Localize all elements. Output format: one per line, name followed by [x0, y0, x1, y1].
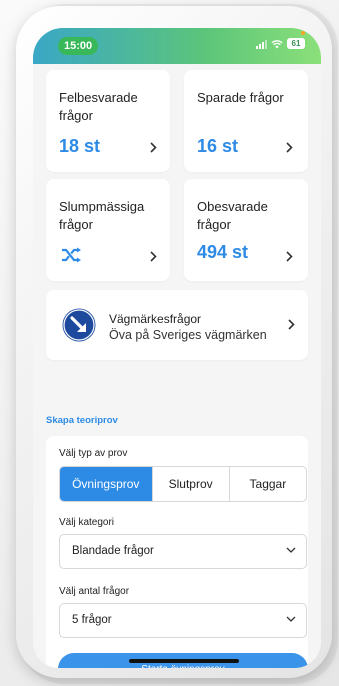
- road-signs-subtitle: Öva på Sveriges vägmärken: [109, 328, 267, 342]
- unanswered-questions-count: 494 st: [197, 242, 249, 262]
- signal-icon: [256, 39, 267, 49]
- category-label: Välj kategori: [59, 517, 115, 528]
- status-icons: 61: [256, 38, 305, 49]
- status-bar: 15:00 61: [33, 28, 321, 64]
- privacy-dot: [301, 31, 305, 35]
- chevron-down-icon: [286, 616, 296, 622]
- wrong-answers-card[interactable]: Felbesvarade frågor 18 st: [46, 70, 170, 172]
- battery-icon: 61: [287, 38, 305, 49]
- home-indicator[interactable]: [129, 659, 239, 663]
- question-count-label: Välj antal frågor: [59, 586, 130, 597]
- random-questions-title: Slumpmässiga frågor: [59, 199, 145, 232]
- wrong-answers-count: 18 st: [59, 136, 101, 156]
- saved-questions-count: 16 st: [197, 136, 239, 156]
- category-select-value: Blandade frågor: [72, 545, 154, 557]
- chevron-right-icon: [150, 142, 157, 153]
- exam-type-label: Välj typ av prov: [59, 448, 128, 459]
- question-count-select[interactable]: 5 frågor: [59, 603, 307, 638]
- unanswered-questions-title: Obesvarade frågor: [197, 199, 268, 232]
- tab-ovningsprov[interactable]: Övningsprov: [60, 467, 152, 501]
- random-questions-card[interactable]: Slumpmässiga frågor: [46, 179, 170, 281]
- create-exam-heading: Skapa teoriprov: [46, 415, 118, 426]
- saved-questions-card[interactable]: Sparade frågor 16 st: [184, 70, 308, 172]
- chevron-right-icon: [286, 251, 293, 262]
- road-signs-card[interactable]: Vägmärkesfrågor Öva på Sveriges vägmärke…: [46, 290, 308, 360]
- road-signs-title: Vägmärkesfrågor: [109, 312, 202, 326]
- saved-questions-title: Sparade frågor: [197, 90, 284, 105]
- exam-type-selector: Övningsprov Slutprov Taggar: [59, 466, 307, 502]
- status-time: 15:00: [58, 37, 99, 55]
- chevron-right-icon: [150, 251, 157, 262]
- category-select[interactable]: Blandade frågor: [59, 534, 307, 569]
- wifi-icon: [271, 39, 283, 48]
- app-screen: 15:00 61 Felbesvarade frågor 18 st Spara…: [33, 28, 321, 668]
- question-count-value: 5 frågor: [72, 614, 112, 626]
- chevron-right-icon: [286, 142, 293, 153]
- chevron-down-icon: [286, 547, 296, 553]
- tab-taggar[interactable]: Taggar: [228, 467, 306, 501]
- tab-slutprov[interactable]: Slutprov: [151, 467, 229, 501]
- chevron-right-icon: [288, 319, 295, 330]
- create-exam-panel: Välj typ av prov Övningsprov Slutprov Ta…: [46, 436, 308, 668]
- wrong-answers-title: Felbesvarade frågor: [59, 90, 138, 123]
- shuffle-icon: [62, 247, 81, 263]
- road-sign-icon: [62, 308, 96, 342]
- unanswered-questions-card[interactable]: Obesvarade frågor 494 st: [184, 179, 308, 281]
